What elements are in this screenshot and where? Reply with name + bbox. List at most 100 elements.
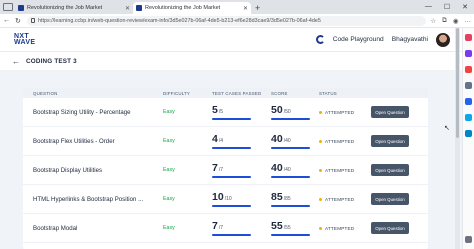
tab-close-icon[interactable]: ✕ [243, 5, 248, 12]
score-value: 85 [271, 191, 283, 203]
username[interactable]: Bhagyavathi [392, 36, 428, 43]
test-cases-progress-bar [212, 205, 251, 207]
difficulty-label: Easy [163, 225, 175, 231]
test-cases-progress-bar [212, 234, 251, 236]
column-header-test-cases: TEST CASES PASSED [212, 90, 262, 96]
close-window-icon[interactable]: ✕ [462, 3, 468, 11]
progress-gauge-icon[interactable] [315, 35, 325, 44]
new-tab-icon[interactable]: + [255, 3, 260, 13]
score-metric: 40/40 [271, 162, 319, 178]
code-playground-link[interactable]: Code Playground [333, 36, 384, 43]
passed-count: 7 [212, 220, 218, 232]
score-metric: 50/50 [271, 104, 319, 120]
table-row: Bootstrap Modal Easy 7/7 55/55 ATTEMPTED… [23, 214, 428, 243]
status-text: ATTEMPTED [325, 167, 355, 173]
test-cases-metric: 7/7 [212, 162, 271, 178]
score-total: /55 [283, 225, 291, 231]
tools-icon[interactable] [465, 82, 472, 89]
score-total: /40 [283, 167, 291, 173]
status-badge: ATTEMPTED [319, 226, 371, 231]
page-scrollbar[interactable] [455, 28, 460, 249]
maximize-icon[interactable]: ☐ [444, 3, 450, 11]
browser-tab-strip: Revolutionizing the Job Market ✕ Revolut… [0, 0, 474, 14]
url-field[interactable]: https://learning.ccbp.in/web-question-re… [27, 15, 427, 26]
lock-icon [31, 18, 35, 23]
profile-icon[interactable]: ◉ [453, 17, 459, 25]
column-header-difficulty: DIFFICULTY [163, 90, 191, 96]
browser-tab-2[interactable]: Revolutionizing the Job Market ✕ [133, 2, 251, 14]
column-header-status: STATUS [319, 90, 337, 96]
test-cases-metric: 5/5 [212, 104, 271, 120]
open-question-button[interactable]: Open Question [371, 135, 409, 147]
games-icon[interactable] [465, 98, 472, 105]
table-row: HTML Hyperlinks & Bootstrap Position ...… [23, 185, 428, 214]
status-dot-icon [319, 226, 322, 230]
address-bar: ← ↻ https://learning.ccbp.in/web-questio… [0, 14, 474, 28]
status-badge: ATTEMPTED [319, 110, 371, 115]
status-badge: ATTEMPTED [319, 197, 371, 202]
score-metric: 85/85 [271, 191, 319, 207]
avatar[interactable] [436, 32, 450, 47]
status-badge: ATTEMPTED [319, 139, 371, 144]
test-cases-progress-bar [212, 118, 251, 120]
add-sidebar-icon[interactable] [465, 236, 472, 243]
status-text: ATTEMPTED [325, 196, 355, 202]
open-question-button[interactable]: Open Question [371, 106, 409, 118]
mouse-cursor-icon: ↖ [444, 125, 450, 132]
page-title-bar: ← CODING TEST 3 [0, 51, 462, 70]
logo-line-2: WAVE [14, 38, 36, 46]
status-dot-icon [319, 168, 322, 172]
favorites-icon[interactable] [465, 34, 472, 41]
site-header: NXT WAVE Code Playground Bhagyavathi [0, 28, 462, 51]
back-arrow-icon[interactable]: ← [12, 57, 20, 66]
tab-close-icon[interactable]: ✕ [125, 5, 130, 12]
open-question-button[interactable]: Open Question [371, 164, 409, 176]
passed-total: /10 [224, 196, 232, 202]
table-header: QUESTION DIFFICULTY TEST CASES PASSED SC… [23, 88, 428, 98]
outlook-icon[interactable] [465, 130, 472, 137]
open-question-button[interactable]: Open Question [371, 222, 409, 234]
difficulty-label: Easy [163, 167, 175, 173]
passed-total: /5 [218, 109, 224, 115]
refresh-icon[interactable]: ↻ [15, 17, 23, 25]
difficulty-label: Easy [163, 109, 175, 115]
collections-icon[interactable] [465, 50, 472, 57]
score-metric: 40/40 [271, 133, 319, 149]
passed-count: 4 [212, 133, 218, 145]
app-page: NXT WAVE Code Playground Bhagyavathi ← C… [0, 28, 462, 249]
questions-table: QUESTION DIFFICULTY TEST CASES PASSED SC… [23, 88, 428, 249]
minimize-icon[interactable]: — [425, 3, 432, 11]
table-row: Bootstrap Sizing Utility - Percentage Ea… [23, 98, 428, 127]
workspaces-icon[interactable] [3, 3, 13, 11]
status-badge: ATTEMPTED [319, 168, 371, 173]
back-icon[interactable]: ← [3, 17, 11, 24]
column-header-score: SCORE [271, 90, 288, 96]
test-cases-metric: 10/10 [212, 191, 271, 207]
more-icon[interactable]: … [465, 17, 472, 25]
score-value: 40 [271, 133, 283, 145]
score-progress-bar [271, 234, 310, 236]
extensions-icon[interactable]: ⧉ [442, 17, 447, 25]
browser-tab-1[interactable]: Revolutionizing the Job Market ✕ [15, 2, 133, 14]
score-progress-bar [271, 118, 310, 120]
url-text: https://learning.ccbp.in/web-question-re… [38, 17, 321, 24]
passed-total: /4 [218, 138, 224, 144]
score-value: 55 [271, 220, 283, 232]
shopping-icon[interactable] [465, 66, 472, 73]
scrollbar-thumb[interactable] [456, 28, 459, 138]
question-title: HTML Hyperlinks & Bootstrap Position ... [33, 195, 144, 203]
score-metric: 55/55 [271, 220, 319, 236]
browser-sidebar [462, 28, 474, 249]
open-question-button[interactable]: Open Question [371, 193, 409, 205]
score-total: /40 [283, 138, 291, 144]
passed-count: 7 [212, 162, 218, 174]
star-icon[interactable]: ☆ [430, 17, 436, 25]
tab-title: Revolutionizing the Job Market [145, 5, 221, 11]
office-icon[interactable] [465, 114, 472, 121]
status-dot-icon [319, 197, 322, 201]
table-row: Bootstrap Display Utilities Easy 7/7 40/… [23, 156, 428, 185]
column-header-question: QUESTION [33, 90, 58, 96]
score-progress-bar [271, 176, 310, 178]
nxtwave-logo[interactable]: NXT WAVE [14, 33, 36, 46]
question-title: Bootstrap Sizing Utility - Percentage [33, 108, 131, 116]
